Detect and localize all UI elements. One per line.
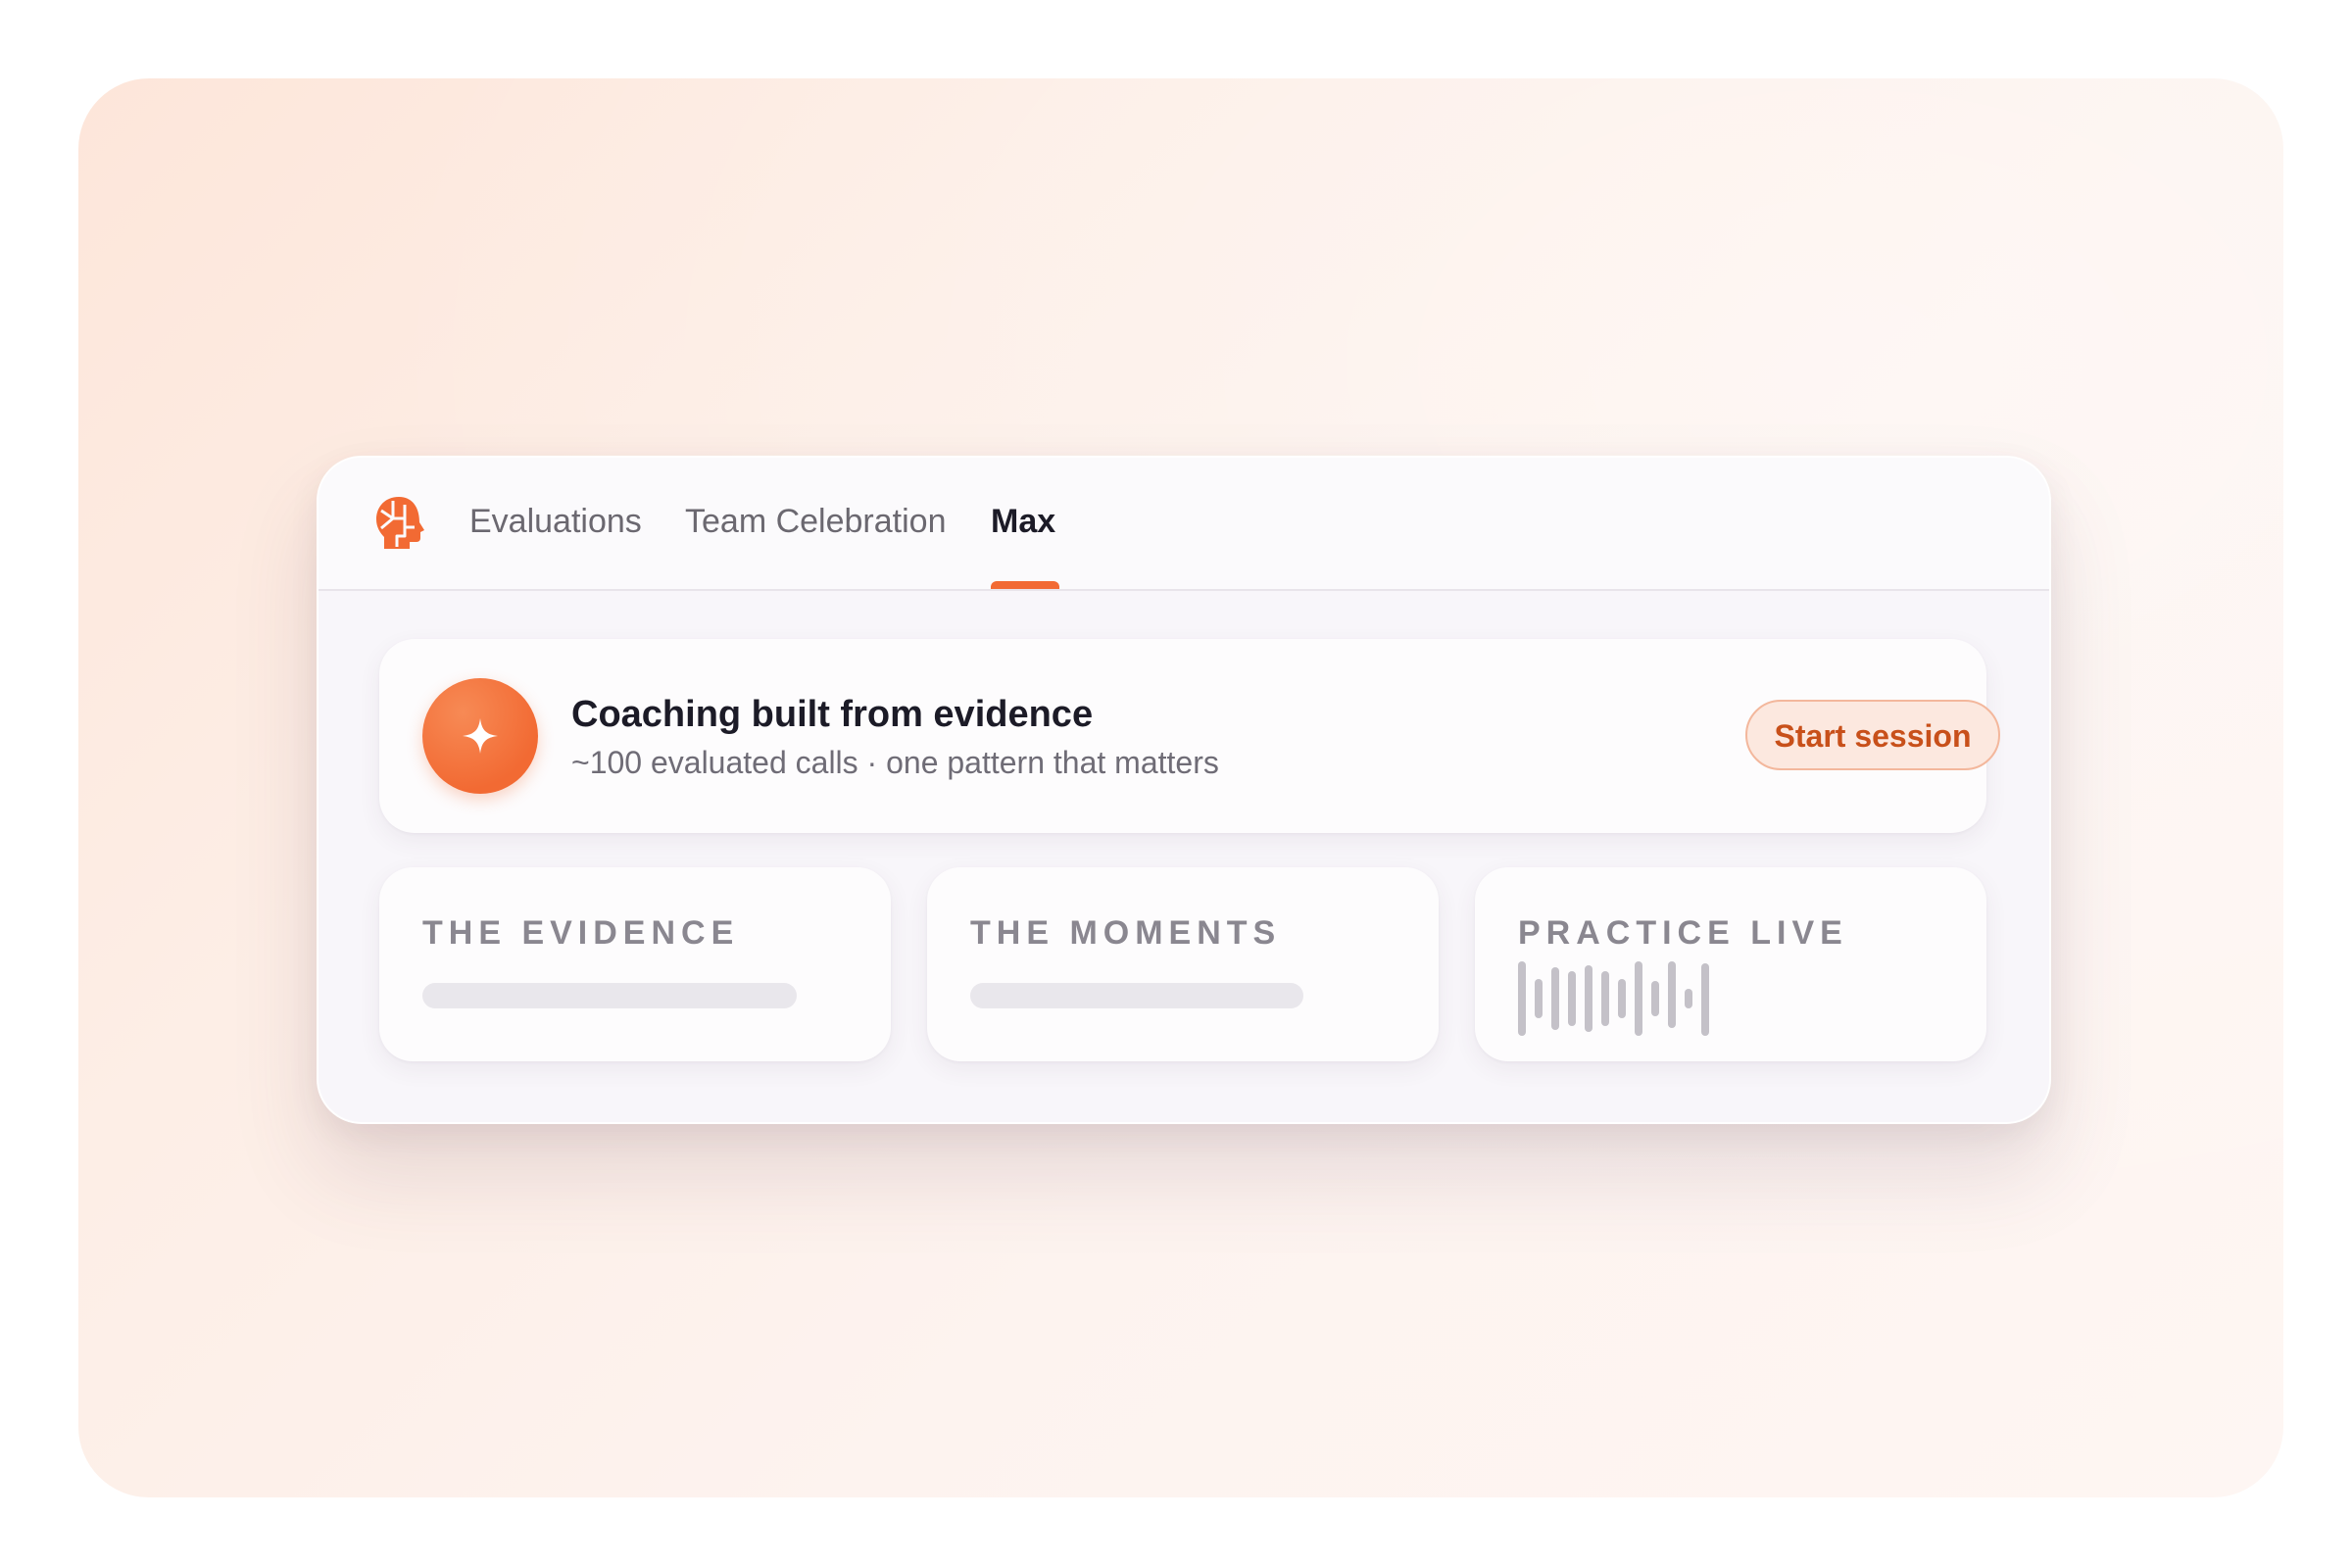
app-window: Evaluations Team Celebration Max Coachin… — [317, 456, 2051, 1124]
evidence-card[interactable]: THE EVIDENCE — [379, 867, 891, 1061]
moments-skeleton-bar — [970, 983, 1303, 1008]
start-session-button[interactable]: Start session — [1745, 700, 2000, 770]
tab-evaluations[interactable]: Evaluations — [469, 503, 642, 541]
top-nav-bar: Evaluations Team Celebration Max — [318, 458, 2049, 591]
brain-head-logo-icon[interactable] — [373, 493, 428, 552]
hero-title: Coaching built from evidence — [571, 694, 1094, 735]
tab-team-celebration[interactable]: Team Celebration — [685, 503, 946, 541]
practice-live-card-title: PRACTICE LIVE — [1518, 914, 1848, 952]
evidence-skeleton-bar — [422, 983, 797, 1008]
practice-live-card[interactable]: PRACTICE LIVE — [1475, 867, 1986, 1061]
active-tab-indicator — [991, 581, 1059, 589]
moments-card[interactable]: THE MOMENTS — [927, 867, 1439, 1061]
moments-card-title: THE MOMENTS — [970, 914, 1282, 952]
coaching-hero-card: Coaching built from evidence ~100 evalua… — [379, 639, 2000, 833]
sparkle-icon — [422, 678, 538, 794]
tab-max[interactable]: Max — [991, 503, 1055, 541]
evidence-card-title: THE EVIDENCE — [422, 914, 740, 952]
audio-waveform-icon — [1518, 961, 1709, 1036]
hero-subtitle: ~100 evaluated calls · one pattern that … — [571, 745, 1219, 780]
